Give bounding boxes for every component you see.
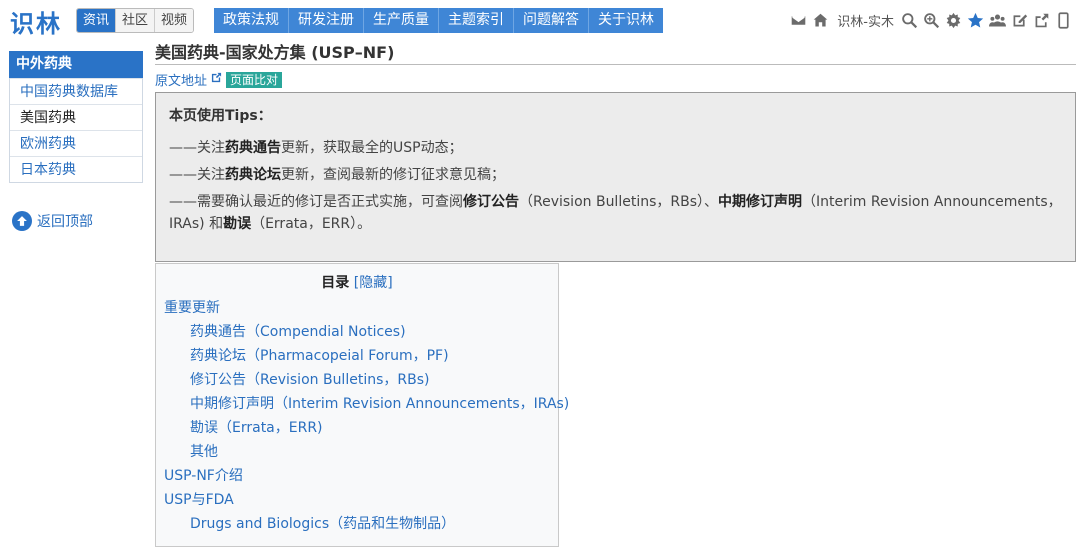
toc-item-interim-revision[interactable]: 中期修订声明（Interim Revision Announcements，IR… — [164, 392, 569, 416]
table-of-contents: 目录 [隐藏] 重要更新 药典通告（Compendial Notices) 药典… — [155, 263, 569, 547]
toc-item-drugs-biologics[interactable]: Drugs and Biologics（药品和生物制品） — [164, 512, 550, 536]
page-title: 美国药典-国家处方集 (USP–NF) — [155, 40, 1076, 65]
search-icon[interactable] — [900, 11, 918, 29]
share-icon[interactable] — [1032, 11, 1050, 29]
nav-policy[interactable]: 政策法规 — [214, 8, 289, 33]
nav-topic-index[interactable]: 主题索引 — [439, 8, 514, 33]
tip-errata: 勘误 — [223, 216, 252, 232]
toc-hide-toggle[interactable]: [隐藏] — [354, 275, 393, 291]
toc-item-errata[interactable]: 勘误（Errata，ERR) — [164, 416, 550, 440]
tip-line-1: ——关注药典通告更新，获取最全的USP动态； — [169, 140, 463, 156]
gear-icon[interactable] — [944, 11, 962, 29]
external-link-icon[interactable] — [211, 72, 222, 87]
top-bar: 识林 资讯 社区 视频 政策法规 研发注册 生产质量 主题索引 问题解答 关于识… — [0, 0, 1080, 40]
sidebar: 中外药典 中国药典数据库 美国药典 欧洲药典 日本药典 — [9, 51, 143, 183]
arrow-up-icon — [12, 211, 32, 231]
tip-line-3: ——需要确认最近的修订是否正式实施，可查阅修订公告（Revision Bulle… — [169, 194, 1062, 232]
toc-header: 目录 [隐藏] — [164, 272, 550, 292]
sidebar-item-chinese-pharmacopoeia[interactable]: 中国药典数据库 — [10, 78, 142, 104]
toc-item-revision-bulletins[interactable]: 修订公告（Revision Bulletins，RBs) — [164, 368, 550, 392]
sidebar-title: 中外药典 — [9, 51, 143, 78]
tips-box: 本页使用Tips： ——关注药典通告更新，获取最全的USP动态； ——关注药典论… — [155, 92, 1076, 262]
user-name[interactable]: 识林-实木 — [837, 11, 894, 30]
tip-revision-bulletins: 修订公告 — [463, 194, 519, 210]
user-toolbar: 识林-实木 — [789, 9, 1072, 31]
back-to-top-link[interactable]: 返回顶部 — [12, 211, 93, 231]
tab-video[interactable]: 视频 — [155, 9, 194, 32]
tip-notices: 药典通告 — [225, 140, 281, 156]
toc-item-usp-fda[interactable]: USP与FDA — [164, 488, 550, 512]
star-icon[interactable] — [966, 11, 984, 29]
toc-item-compendial-notices[interactable]: 药典通告（Compendial Notices) — [164, 320, 550, 344]
toc-item-usp-nf-intro[interactable]: USP-NF介绍 — [164, 464, 550, 488]
tips-title: 本页使用Tips： — [169, 108, 272, 124]
sidebar-list: 中国药典数据库 美国药典 欧洲药典 日本药典 — [9, 78, 143, 183]
sidebar-item-japanese-pharmacopoeia[interactable]: 日本药典 — [10, 156, 142, 182]
advanced-search-icon[interactable] — [922, 11, 940, 29]
back-to-top-label: 返回顶部 — [37, 214, 93, 230]
main-content: 美国药典-国家处方集 (USP–NF) 原文地址 页面比对 本页使用Tips： … — [155, 40, 1076, 547]
main-nav: 政策法规 研发注册 生产质量 主题索引 问题解答 关于识林 — [214, 8, 663, 33]
mobile-icon[interactable] — [1054, 11, 1072, 29]
page-meta: 原文地址 页面比对 — [155, 70, 1076, 89]
page-compare-button[interactable]: 页面比对 — [226, 71, 283, 88]
nav-rd-registration[interactable]: 研发注册 — [289, 8, 364, 33]
nav-qa[interactable]: 问题解答 — [514, 8, 589, 33]
original-link[interactable]: 原文地址 — [155, 70, 207, 89]
nav-production-quality[interactable]: 生产质量 — [364, 8, 439, 33]
edit-icon[interactable] — [1010, 11, 1028, 29]
tab-community[interactable]: 社区 — [116, 9, 156, 32]
tip-line-2: ——关注药典论坛更新，查阅最新的修订征求意见稿； — [169, 167, 505, 183]
sidebar-item-us-pharmacopeia[interactable]: 美国药典 — [10, 104, 142, 130]
group-icon[interactable] — [988, 11, 1006, 29]
sidebar-item-european-pharmacopoeia[interactable]: 欧洲药典 — [10, 130, 142, 156]
mail-icon[interactable] — [789, 11, 807, 29]
toc-item-pharmacopeial-forum[interactable]: 药典论坛（Pharmacopeial Forum，PF) — [164, 344, 550, 368]
nav-about[interactable]: 关于识林 — [589, 8, 663, 33]
tab-news[interactable]: 资讯 — [77, 9, 117, 32]
site-logo[interactable]: 识林 — [10, 4, 62, 39]
toc-item-other[interactable]: 其他 — [164, 440, 550, 464]
content-type-tabs: 资讯 社区 视频 — [76, 8, 195, 33]
home-icon[interactable] — [811, 11, 829, 29]
toc-list: 重要更新 药典通告（Compendial Notices) 药典论坛（Pharm… — [164, 296, 569, 536]
toc-item-important-updates[interactable]: 重要更新 — [164, 296, 550, 320]
tip-forum: 药典论坛 — [225, 167, 281, 183]
toc-title: 目录 — [321, 275, 350, 291]
tip-interim-revision: 中期修订声明 — [718, 194, 803, 210]
